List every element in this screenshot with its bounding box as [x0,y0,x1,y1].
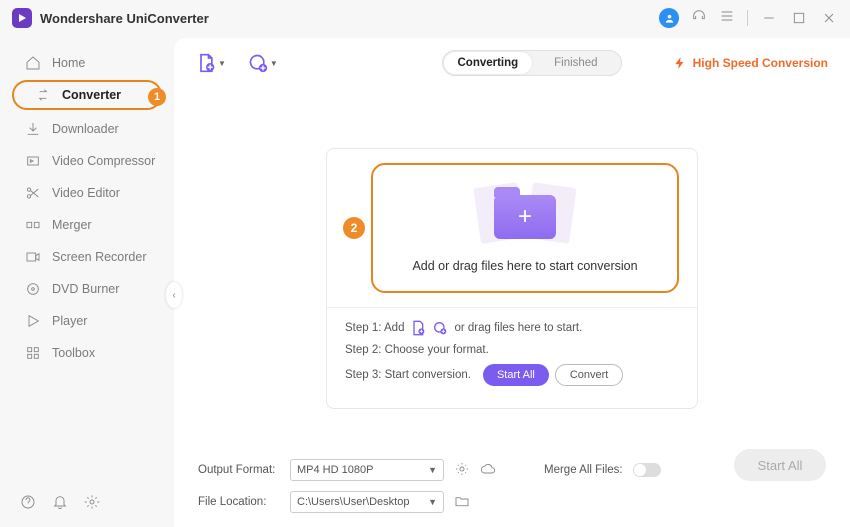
download-icon [24,121,42,137]
sidebar-label: Video Editor [52,186,120,200]
home-icon [24,55,42,71]
add-url-button[interactable]: ▼ [248,53,278,73]
add-file-button[interactable]: ▼ [196,53,226,73]
help-icon[interactable] [20,494,36,515]
hsc-label: High Speed Conversion [693,56,828,70]
sidebar-item-home[interactable]: Home [4,48,170,78]
sidebar-item-player[interactable]: Player [4,306,170,336]
sidebar-item-recorder[interactable]: Screen Recorder [4,242,170,272]
toolbar: ▼ ▼ Converting Finished High Speed Conve… [174,38,850,80]
close-button[interactable] [820,9,838,27]
sidebar-label: Video Compressor [52,154,155,168]
sidebar: Home Converter 1 Downloader Video Compre… [0,36,174,527]
drop-text: Add or drag files here to start conversi… [412,259,637,273]
user-avatar-icon[interactable] [659,8,679,28]
play-icon [24,313,42,329]
sidebar-label: Screen Recorder [52,250,147,264]
record-icon [24,249,42,265]
step-1: Step 1: Add or drag files here to start. [345,320,679,336]
sidebar-item-editor[interactable]: Video Editor [4,178,170,208]
converter-icon [34,87,52,103]
gear-icon[interactable] [84,494,100,515]
main-panel: ▼ ▼ Converting Finished High Speed Conve… [174,38,850,527]
sidebar-item-merger[interactable]: Merger [4,210,170,240]
badge-2: 2 [343,217,365,239]
app-title: Wondershare UniConverter [40,11,209,26]
sidebar-item-dvd[interactable]: DVD Burner [4,274,170,304]
sidebar-label: Player [52,314,87,328]
high-speed-button[interactable]: High Speed Conversion [673,56,828,70]
tab-finished[interactable]: Finished [532,52,620,74]
support-icon[interactable] [691,8,707,29]
file-location-label: File Location: [198,496,280,508]
sidebar-label: Merger [52,218,92,232]
drop-zone[interactable]: 2 + Add or drag files here to start conv… [371,163,679,293]
tab-converting[interactable]: Converting [444,52,532,74]
step-2: Step 2: Choose your format. [345,344,679,356]
chevron-down-icon: ▼ [218,59,226,68]
sidebar-item-converter[interactable]: Converter 1 [12,80,162,110]
sidebar-item-compressor[interactable]: Video Compressor [4,146,170,176]
badge-1: 1 [148,88,166,106]
step-3: Step 3: Start conversion. Start All Conv… [345,364,679,386]
disc-icon [24,281,42,297]
tab-switch: Converting Finished [442,50,622,76]
merge-icon [24,217,42,233]
output-format-label: Output Format: [198,464,280,476]
collapse-sidebar-button[interactable]: ‹ [166,282,182,308]
minimize-button[interactable] [760,9,778,27]
start-all-button[interactable]: Start All [734,449,826,481]
titlebar: Wondershare UniConverter [0,0,850,36]
chevron-down-icon: ▼ [270,59,278,68]
grid-icon [24,345,42,361]
bolt-icon [673,56,687,70]
scissors-icon [24,185,42,201]
add-url-small-icon [432,320,448,336]
sidebar-label: Home [52,56,85,70]
file-location-select[interactable]: C:\Users\User\Desktop▼ [290,491,444,513]
compress-icon [24,153,42,169]
separator [747,10,748,26]
sidebar-label: Downloader [52,122,119,136]
merge-toggle[interactable] [633,463,661,477]
output-format-select[interactable]: MP4 HD 1080P▼ [290,459,444,481]
sidebar-label: Converter [62,88,121,102]
sidebar-label: DVD Burner [52,282,119,296]
convert-pill[interactable]: Convert [555,364,624,386]
folder-art: + [465,183,585,251]
footer: Output Format: MP4 HD 1080P▼ Merge All F… [174,447,850,527]
bell-icon[interactable] [52,494,68,515]
merge-label: Merge All Files: [544,464,623,476]
sidebar-label: Toolbox [52,346,95,360]
sidebar-item-toolbox[interactable]: Toolbox [4,338,170,368]
maximize-button[interactable] [790,9,808,27]
menu-icon[interactable] [719,8,735,29]
sidebar-item-downloader[interactable]: Downloader [4,114,170,144]
browse-folder-icon[interactable] [454,493,470,512]
start-all-pill[interactable]: Start All [483,364,549,386]
add-file-small-icon [410,320,426,336]
settings-small-icon[interactable] [454,461,470,480]
folder-plus-icon: + [494,195,556,239]
cloud-icon[interactable] [480,461,496,480]
app-logo-icon [12,8,32,28]
steps-panel: Step 1: Add or drag files here to start.… [327,307,697,408]
drop-card: 2 + Add or drag files here to start conv… [326,148,698,409]
